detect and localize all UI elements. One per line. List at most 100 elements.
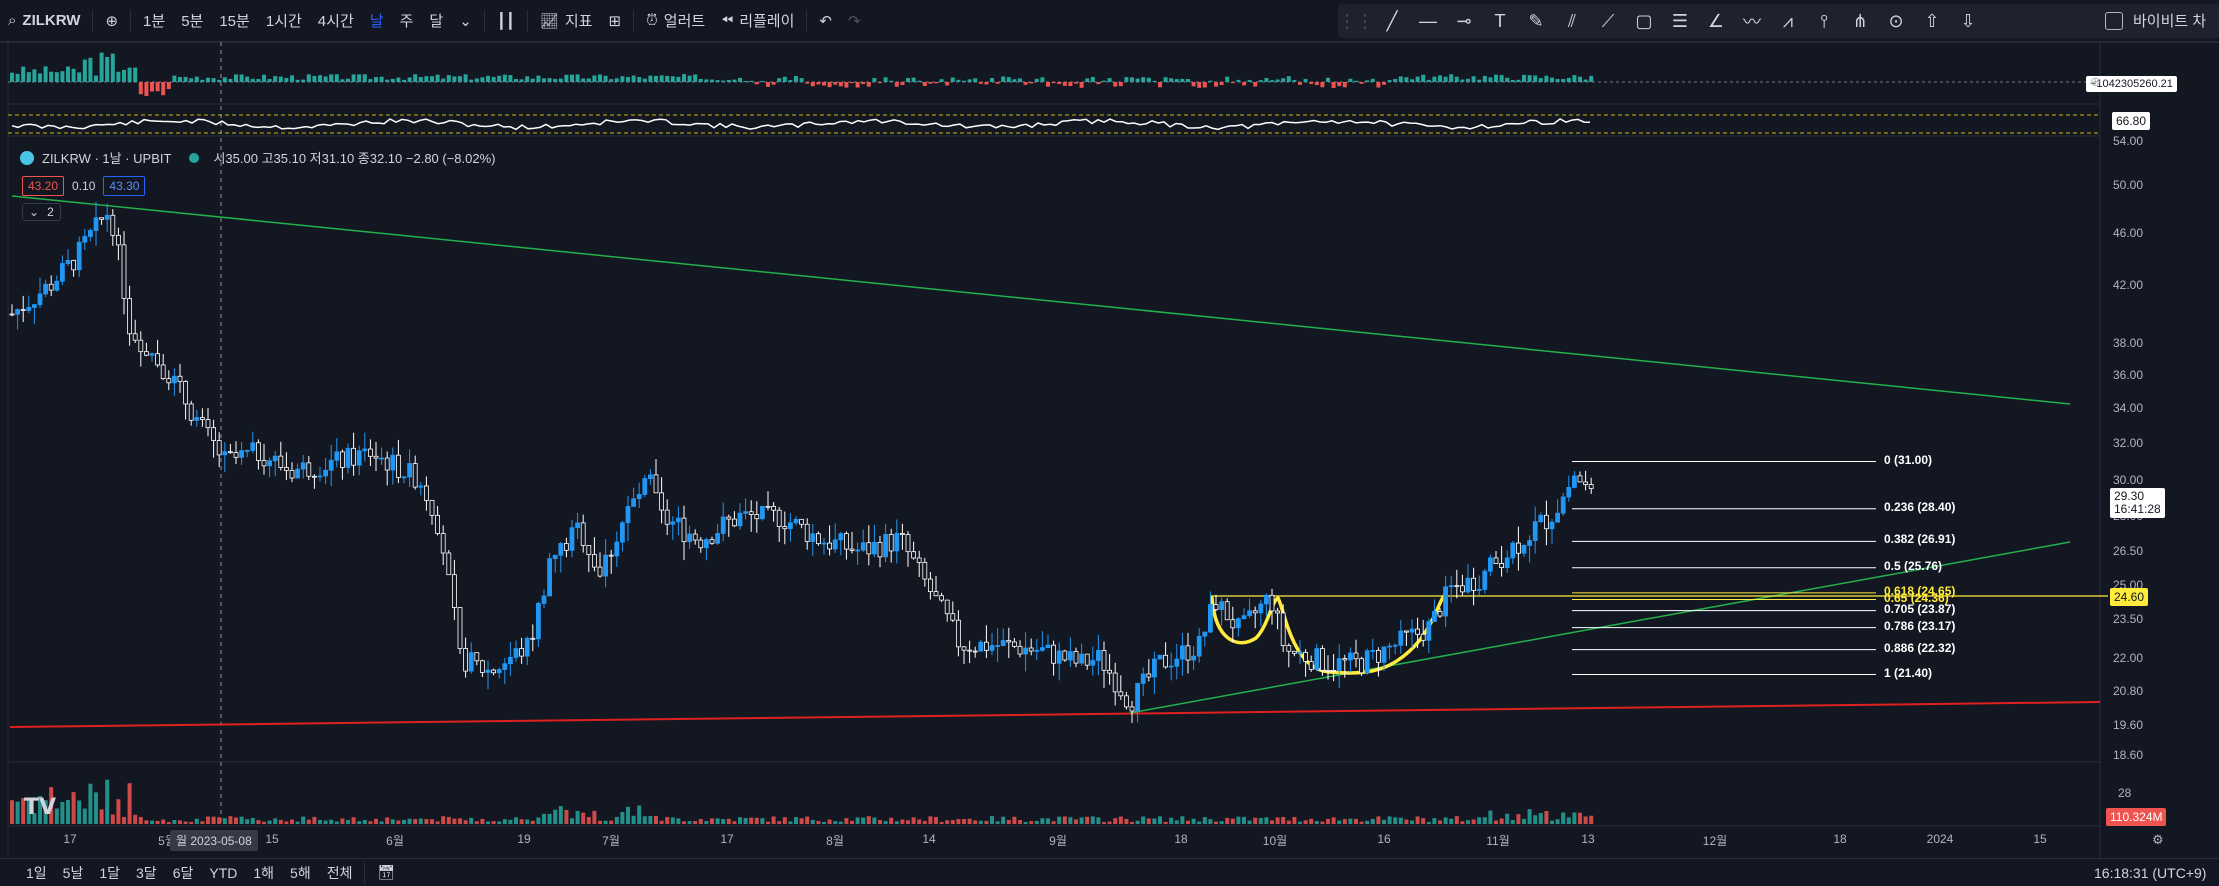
candle-body	[255, 442, 261, 461]
indicators-collapse-button[interactable]: ⌄ 2	[22, 203, 61, 221]
macd-bar	[1494, 74, 1498, 82]
volume-bar	[82, 808, 87, 824]
volume-bar	[99, 809, 104, 824]
macd-bar	[1214, 82, 1218, 87]
time-tick: 6월	[386, 834, 404, 848]
volume-bar	[1488, 810, 1493, 824]
macd-bar	[334, 74, 339, 82]
volume-bar	[1158, 816, 1162, 824]
range-ytd[interactable]: YTD	[201, 865, 245, 881]
candle-body	[384, 457, 390, 471]
volume-bar	[609, 820, 614, 824]
volume-bar	[1544, 810, 1549, 824]
volume-bar	[430, 819, 434, 824]
volume-bar	[1460, 821, 1465, 824]
indicator-count: 2	[47, 205, 54, 219]
macd-bar	[351, 74, 356, 82]
macd-bar	[558, 78, 563, 82]
candle-body	[1084, 653, 1090, 666]
volume-bar	[351, 817, 356, 824]
volume-bar	[1230, 818, 1235, 824]
macd-bar	[1404, 77, 1409, 82]
volume-bar	[911, 817, 916, 824]
range-5d[interactable]: 5날	[55, 863, 92, 883]
macd-bar	[211, 78, 216, 82]
bid-badge[interactable]: 43.20	[22, 176, 65, 196]
candle-body	[536, 602, 541, 640]
candle-body	[1073, 651, 1079, 664]
macd-bar	[273, 76, 278, 82]
candle-body	[1308, 661, 1314, 670]
macd-bar	[1219, 82, 1224, 86]
volume-bar	[301, 816, 306, 824]
candle-body	[642, 478, 648, 495]
macd-bar	[301, 79, 306, 82]
volume-bar	[995, 821, 1000, 824]
volume-bar	[844, 818, 849, 824]
ask-badge[interactable]: 43.30	[103, 176, 146, 196]
goto-date-icon[interactable]: 📅︎	[369, 864, 403, 881]
macd-bar	[1068, 82, 1073, 87]
macd-bar	[32, 69, 37, 82]
macd-bar	[178, 76, 182, 82]
candle-body	[1538, 514, 1544, 523]
range-all[interactable]: 전체	[319, 863, 361, 883]
macd-bar	[1253, 82, 1258, 87]
candle-body	[334, 451, 340, 461]
volume-bar	[441, 816, 446, 824]
candle-body	[412, 463, 418, 488]
candle-body	[1090, 660, 1096, 666]
volume-bar	[648, 816, 653, 824]
volume-bar	[1141, 816, 1146, 824]
range-1d[interactable]: 1일	[18, 863, 55, 883]
candle-body	[244, 450, 250, 452]
status-dot-icon	[189, 152, 200, 163]
macd-bar	[1146, 77, 1151, 82]
volume-bar	[155, 821, 160, 824]
volume-bar	[329, 819, 334, 824]
candle-body	[698, 539, 704, 549]
legend-title[interactable]: ZILKRW · 1날 · UPBIT	[42, 148, 171, 167]
volume-bar	[878, 819, 882, 824]
macd-bar	[1370, 78, 1375, 82]
macd-bar	[906, 77, 910, 82]
candle-body	[323, 469, 329, 477]
candle-body	[1437, 611, 1443, 617]
range-3m[interactable]: 3달	[128, 863, 165, 883]
price-tick: 42.00	[2113, 278, 2144, 292]
price-chart[interactable]	[0, 0, 2219, 886]
volume-bar	[413, 819, 418, 824]
volume-bar	[542, 813, 546, 824]
candle-body	[1213, 604, 1219, 611]
price-tick: 38.00	[2113, 336, 2144, 350]
range-5y[interactable]: 5해	[282, 863, 319, 883]
volume-bar	[312, 816, 317, 824]
macd-bar	[413, 74, 418, 82]
volume-bar	[726, 818, 731, 824]
candle-body	[26, 307, 32, 311]
candle-body	[88, 230, 93, 237]
candle-body	[592, 554, 597, 568]
volume-bar	[1040, 818, 1045, 824]
range-6m[interactable]: 6달	[165, 863, 202, 883]
volume-bar	[463, 820, 468, 824]
add-plus-icon[interactable]: ⊕	[2090, 74, 2101, 90]
clock[interactable]: 16:18:31 (UTC+9)	[2094, 865, 2206, 881]
volume-bar	[407, 818, 412, 824]
macd-bar	[1538, 78, 1543, 82]
macd-bar	[1382, 82, 1386, 85]
candle-body	[1112, 672, 1118, 693]
macd-bar	[166, 82, 171, 90]
macd-bar	[133, 67, 138, 82]
macd-bar	[1113, 82, 1118, 87]
volume-bar	[682, 821, 686, 824]
macd-bar	[1023, 82, 1028, 85]
range-1y[interactable]: 1해	[245, 863, 282, 883]
fib-retracement[interactable]	[1572, 461, 1876, 675]
candle-body	[1152, 658, 1157, 678]
settings-gear-icon[interactable]: ⚙	[2152, 832, 2164, 848]
tradingview-logo[interactable]: 𝗧𝗩	[24, 794, 56, 820]
volume-bar	[452, 818, 457, 824]
range-1m[interactable]: 1달	[91, 863, 128, 883]
candle-body	[1000, 640, 1006, 646]
